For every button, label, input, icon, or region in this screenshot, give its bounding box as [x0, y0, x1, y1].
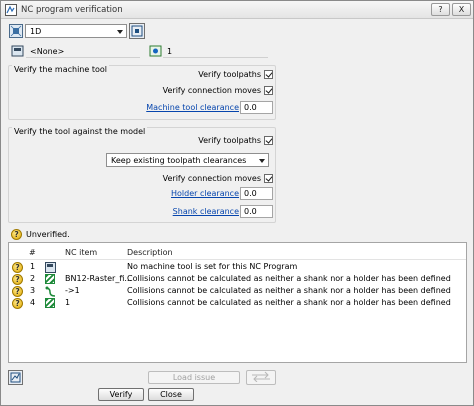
status-text: Unverified.	[26, 230, 70, 239]
issue-navigation-button[interactable]	[246, 370, 276, 385]
column-header-number[interactable]: #	[29, 248, 36, 257]
machine-field[interactable]: <None>	[26, 44, 140, 58]
verification-mode-select[interactable]: 1D	[25, 24, 127, 38]
row-number: 1	[30, 262, 36, 271]
help-button[interactable]: ?	[431, 3, 450, 16]
warning-question-icon: ?	[12, 298, 23, 309]
table-row[interactable]: ? 3 ->1 Collisions cannot be calculated …	[9, 286, 466, 297]
machine-value: <None>	[30, 47, 65, 56]
close-window-button[interactable]: X	[452, 3, 471, 16]
row-number: 2	[30, 274, 36, 283]
table-row[interactable]: ? 4 1 Collisions cannot be calculated as…	[9, 298, 466, 309]
load-issue-button[interactable]: Load issue	[148, 371, 240, 384]
shank-clearance-link[interactable]: Shank clearance	[173, 207, 239, 216]
window-title: NC program verification	[21, 5, 123, 15]
column-header-description[interactable]: Description	[127, 248, 173, 257]
shank-clearance-input[interactable]: 0.0	[240, 205, 273, 218]
column-header-nc-item[interactable]: NC item	[65, 248, 97, 257]
warning-question-icon: ?	[12, 274, 23, 285]
nc-program-field[interactable]: 1	[163, 44, 268, 58]
chevron-down-icon	[259, 159, 265, 163]
row-description: Collisions cannot be calculated as neith…	[127, 286, 451, 295]
nc-program-value: 1	[167, 47, 173, 56]
table-row[interactable]: ? 1 No machine tool is set for this NC P…	[9, 262, 466, 273]
row-description: Collisions cannot be calculated as neith…	[127, 274, 451, 283]
holder-clearance-link[interactable]: Holder clearance	[171, 189, 239, 198]
machine-verify-connection-label: Verify connection moves	[162, 86, 261, 95]
nc-verification-dialog: NC program verification ? X 1D <None> 1 …	[0, 0, 474, 406]
connection-icon	[45, 286, 56, 297]
swap-arrows-icon	[252, 371, 270, 383]
row-nc-item: 1	[65, 298, 71, 307]
options-icon-button[interactable]	[129, 23, 145, 39]
clearance-mode-value: Keep existing toolpath clearances	[111, 156, 247, 165]
machine-icon	[45, 262, 56, 273]
machine-tool-icon	[11, 45, 24, 57]
machine-tool-group: Verify the machine tool Verify toolpaths…	[8, 65, 276, 120]
model-verify-toolpaths-label: Verify toolpaths	[198, 136, 261, 145]
model-verify-connection-checkbox[interactable]	[264, 174, 273, 183]
row-number: 3	[30, 286, 36, 295]
machine-clearance-link[interactable]: Machine tool clearance	[146, 103, 239, 112]
row-number: 4	[30, 298, 36, 307]
toolpath-icon	[45, 298, 55, 308]
model-verify-connection-label: Verify connection moves	[162, 174, 261, 183]
row-description: Collisions cannot be calculated as neith…	[127, 298, 451, 307]
report-icon	[10, 372, 21, 383]
warning-question-icon: ?	[12, 286, 23, 297]
clearance-mode-select[interactable]: Keep existing toolpath clearances	[106, 153, 269, 167]
row-nc-item: ->1	[65, 286, 80, 295]
verification-type-icon	[9, 24, 23, 38]
verify-button[interactable]: Verify	[98, 388, 144, 401]
machine-verify-connection-checkbox[interactable]	[264, 86, 273, 95]
model-group-title: Verify the tool against the model	[12, 127, 148, 136]
status-question-icon: ?	[11, 229, 22, 240]
close-button[interactable]: Close	[148, 388, 194, 401]
results-table[interactable]: # NC item Description ? 1 No machine too…	[8, 242, 467, 363]
chevron-down-icon	[117, 30, 123, 34]
machine-verify-toolpaths-label: Verify toolpaths	[198, 70, 261, 79]
machine-verify-toolpaths-checkbox[interactable]	[264, 70, 273, 79]
app-icon	[5, 4, 17, 16]
row-description: No machine tool is set for this NC Progr…	[127, 262, 298, 271]
toolpath-icon	[45, 274, 55, 284]
holder-clearance-input[interactable]: 0.0	[240, 187, 273, 200]
header-divider	[9, 259, 466, 260]
report-icon-button[interactable]	[8, 370, 23, 385]
nc-program-icon	[149, 45, 162, 57]
table-row[interactable]: ? 2 BN12-Raster_fi... Collisions cannot …	[9, 274, 466, 285]
model-verification-group: Verify the tool against the model Verify…	[8, 127, 276, 223]
verification-mode-value: 1D	[30, 27, 42, 36]
machine-clearance-input[interactable]: 0.0	[240, 101, 273, 114]
machine-group-title: Verify the machine tool	[12, 65, 109, 74]
row-nc-item: BN12-Raster_fi...	[65, 274, 133, 283]
warning-question-icon: ?	[12, 262, 23, 273]
title-bar: NC program verification ? X	[1, 1, 473, 19]
model-verify-toolpaths-checkbox[interactable]	[264, 136, 273, 145]
